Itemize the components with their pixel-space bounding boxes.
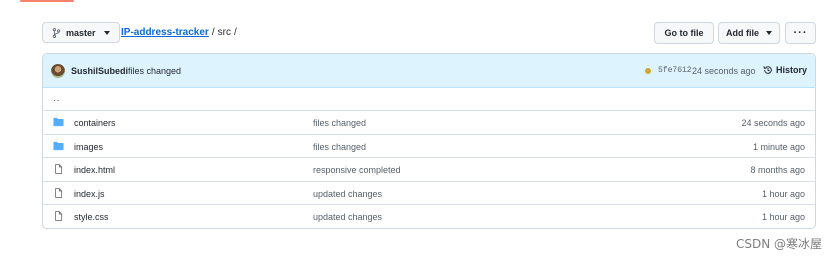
- file-name-link[interactable]: style.css: [74, 212, 109, 222]
- top-accent-bar: [20, 0, 74, 2]
- file-name-link[interactable]: index.js: [74, 189, 105, 199]
- commit-message-link[interactable]: files changed: [128, 66, 181, 76]
- file-commit-age: 1 minute ago: [752, 141, 805, 152]
- file-row[interactable]: index.html responsive completed 8 months a…: [43, 158, 815, 182]
- add-file-button[interactable]: Add file: [718, 22, 780, 44]
- watermark: CSDN @寒冰屋: [735, 237, 822, 251]
- file-name-link[interactable]: index.html: [74, 165, 115, 175]
- file-icon: [55, 164, 63, 174]
- file-commit-age: 24 seconds ago: [741, 118, 805, 128]
- file-row[interactable]: images files changed 1 minute ago: [43, 135, 815, 158]
- file-name-link[interactable]: containers: [74, 118, 116, 128]
- breadcrumb-current-dir: src: [217, 27, 231, 38]
- breadcrumb-separator: /: [211, 27, 215, 38]
- parent-directory-row[interactable]: ..: [43, 88, 815, 111]
- file-row[interactable]: style.css updated changes 1 hour ago: [43, 205, 815, 228]
- file-icon: [55, 211, 63, 221]
- folder-icon: [53, 141, 64, 150]
- history-button[interactable]: History: [763, 65, 807, 75]
- file-commit-message-link[interactable]: updated changes: [313, 212, 382, 222]
- file-commit-message-link[interactable]: files changed: [313, 118, 366, 128]
- more-options-button[interactable]: ···: [785, 22, 816, 44]
- file-row[interactable]: containers files changed 24 seconds ago: [43, 111, 815, 135]
- file-commit-message-link[interactable]: updated changes: [313, 189, 382, 199]
- commit-time: 24 seconds ago: [692, 66, 756, 76]
- file-commit-age: 1 hour ago: [761, 212, 805, 222]
- latest-commit-bar: SushilSubedi files changed 5fe7612 24 se…: [43, 54, 815, 88]
- commit-sha-link[interactable]: 5fe7612: [658, 66, 692, 75]
- chevron-down-icon: [766, 31, 772, 35]
- file-commit-age: 1 hour ago: [761, 188, 805, 199]
- file-commit-message-link[interactable]: responsive completed: [313, 165, 401, 175]
- chevron-down-icon: [103, 30, 110, 35]
- parent-directory-link[interactable]: ..: [53, 93, 61, 104]
- history-label: History: [776, 65, 808, 75]
- file-navigation-toolbar: master IP-address-tracker / src / Go to …: [42, 22, 816, 44]
- file-browser: SushilSubedi files changed 5fe7612 24 se…: [42, 53, 816, 229]
- go-to-file-button[interactable]: Go to file: [654, 22, 714, 44]
- git-branch-icon: [52, 27, 61, 38]
- branch-name: master: [66, 27, 96, 38]
- file-row[interactable]: index.js updated changes 1 hour ago: [43, 182, 815, 205]
- breadcrumb: IP-address-tracker / src /: [121, 27, 237, 38]
- file-commit-age: 8 months ago: [750, 165, 805, 175]
- commit-author-link[interactable]: SushilSubedi: [71, 66, 128, 76]
- file-commit-message-link[interactable]: files changed: [313, 142, 366, 152]
- breadcrumb-separator: /: [233, 27, 237, 38]
- file-name-link[interactable]: images: [74, 142, 103, 152]
- add-file-label: Add file: [726, 28, 759, 38]
- commit-status-dot-icon[interactable]: [645, 68, 651, 74]
- folder-icon: [53, 117, 64, 127]
- branch-select-button[interactable]: master: [42, 22, 120, 43]
- avatar[interactable]: [51, 64, 65, 78]
- file-icon: [55, 187, 63, 198]
- breadcrumb-repo-link[interactable]: IP-address-tracker: [121, 27, 209, 38]
- history-icon: [763, 66, 772, 74]
